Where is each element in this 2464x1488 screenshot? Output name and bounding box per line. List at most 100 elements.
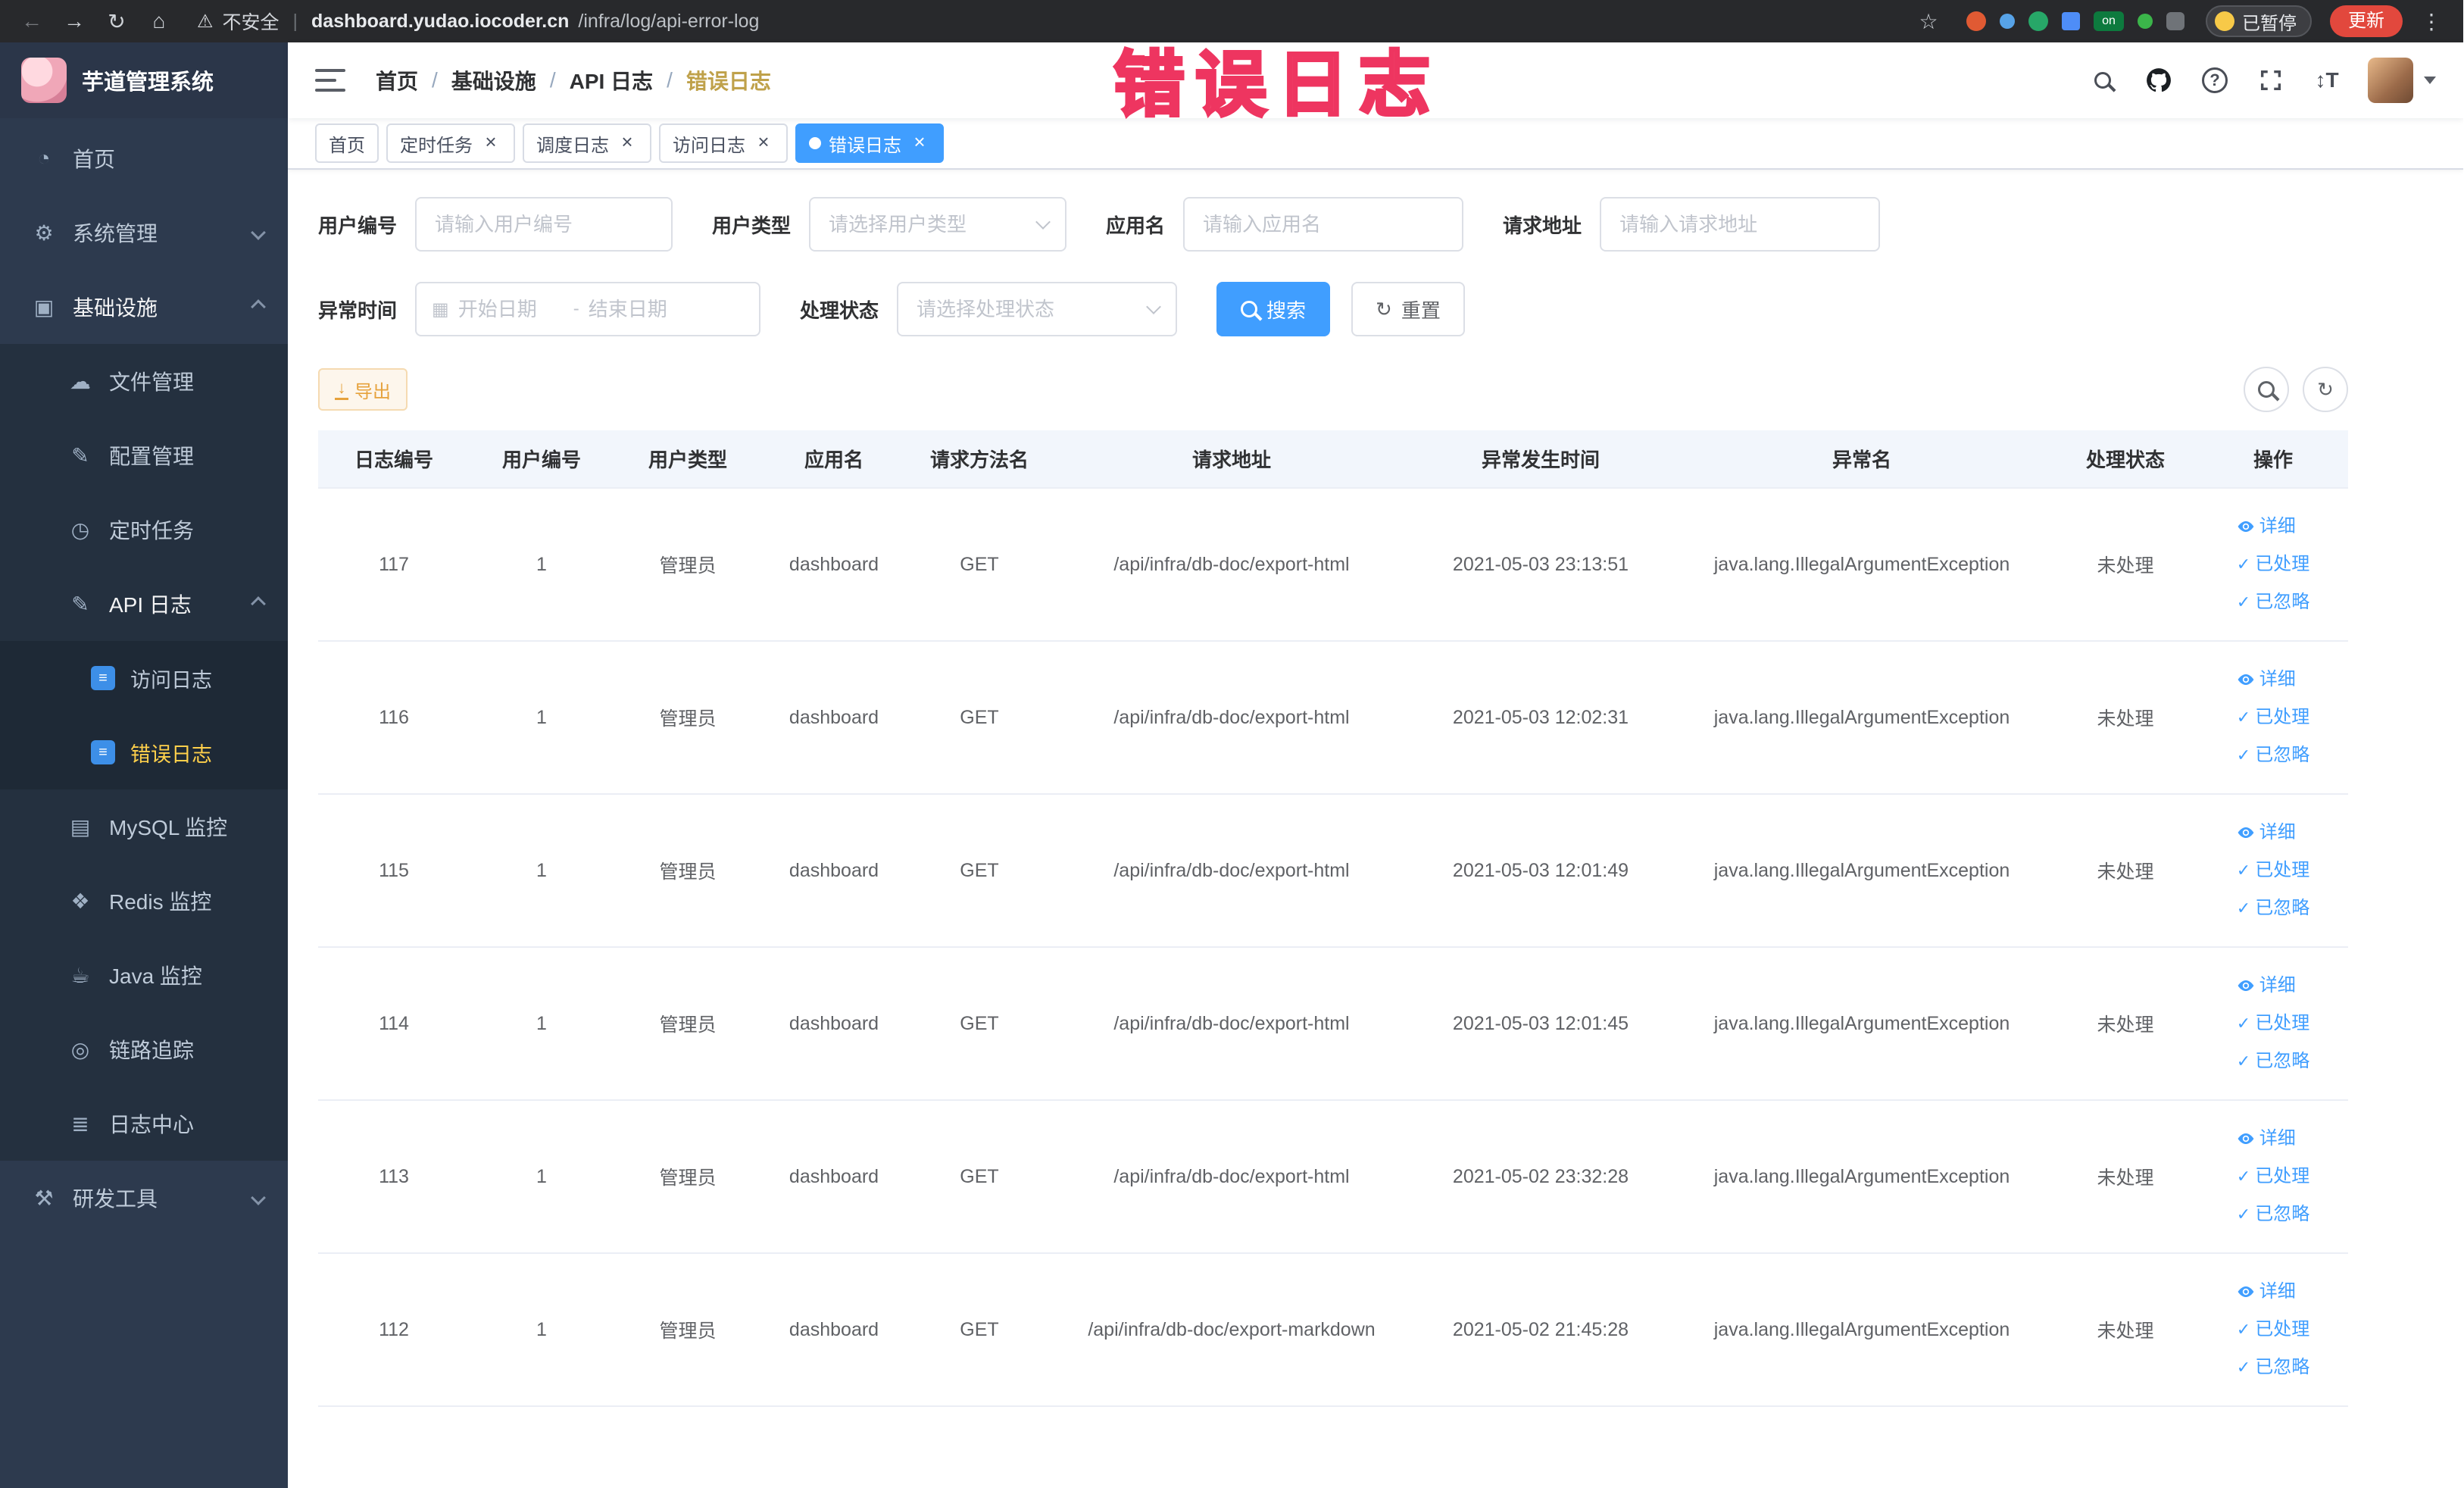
cell-app: dashboard — [762, 794, 906, 948]
reload-icon[interactable]: ↻ — [100, 9, 133, 34]
table-row: 115 1 管理员 dashboard GET/api/infra/db-doc/exp… — [318, 794, 2348, 948]
sidebar-item-java-monitor[interactable]: ☕ Java 监控 — [0, 938, 288, 1012]
ext-green-dot-icon[interactable] — [2138, 14, 2153, 29]
action-已处理[interactable]: ✓ 已处理 — [2237, 852, 2309, 889]
action-已忽略[interactable]: ✓ 已忽略 — [2237, 583, 2309, 621]
help-icon[interactable]: ? — [2200, 65, 2230, 95]
action-label: 已忽略 — [2255, 592, 2310, 612]
sidebar-item-access-log[interactable]: ≡ 访问日志 — [0, 641, 288, 715]
tab-0[interactable]: 首页 — [315, 123, 379, 163]
address-bar[interactable]: ⚠ 不安全 | dashboard.yudao.iocoder.cn/infra… — [197, 8, 759, 35]
sidebar-item-redis-monitor[interactable]: ❖ Redis 监控 — [0, 864, 288, 938]
app-name-input[interactable] — [1183, 197, 1464, 252]
action-已忽略[interactable]: ✓ 已忽略 — [2237, 736, 2309, 774]
bookmark-star-icon[interactable]: ☆ — [1912, 9, 1945, 34]
action-已忽略[interactable]: ✓ 已忽略 — [2237, 889, 2309, 927]
tab-close-icon[interactable]: × — [909, 132, 930, 154]
ext-dark-square-icon[interactable] — [2166, 12, 2184, 30]
sidebar-item-api-log[interactable]: ✎ API 日志 — [0, 567, 288, 641]
warning-icon: ⚠ — [197, 11, 214, 32]
action-detail[interactable]: 详细 — [2237, 967, 2296, 1005]
refresh-table-button[interactable]: ↻ — [2303, 367, 2348, 412]
action-已忽略[interactable]: ✓ 已忽略 — [2237, 1043, 2309, 1080]
action-已忽略[interactable]: ✓ 已忽略 — [2237, 1196, 2309, 1233]
ext-green-circle-icon[interactable] — [2028, 11, 2048, 31]
row-actions: 详细 ✓ 已处理 ✓ 已忽略 — [2237, 508, 2309, 621]
sidebar-item-file-manage[interactable]: ☁ 文件管理 — [0, 344, 288, 418]
tab-4[interactable]: 错误日志 × — [795, 123, 944, 163]
export-button[interactable]: 导出 — [318, 368, 408, 411]
action-detail[interactable]: 详细 — [2237, 1120, 2296, 1158]
action-已处理[interactable]: ✓ 已处理 — [2237, 1311, 2309, 1349]
logo[interactable]: 芋道管理系统 — [0, 42, 288, 118]
user-type-select[interactable] — [809, 197, 1067, 252]
process-status-select[interactable] — [897, 282, 1178, 336]
tab-close-icon[interactable]: × — [480, 132, 501, 154]
action-detail[interactable]: 详细 — [2237, 508, 2296, 545]
sidebar-item-mysql-monitor[interactable]: ▤ MySQL 监控 — [0, 789, 288, 864]
cell-actions: 详细 ✓ 已处理 ✓ 已忽略 — [2198, 1100, 2348, 1254]
sidebar-item-home[interactable]: ◔ 首页 — [0, 121, 288, 195]
fullscreen-icon[interactable] — [2256, 65, 2286, 95]
sidebar-item-dev-tools[interactable]: ⚒ 研发工具 — [0, 1161, 288, 1235]
cell-method: GET — [906, 641, 1053, 795]
browser-menu-icon[interactable]: ⋮ — [2415, 9, 2448, 34]
filter-row-1: 用户编号 用户类型 应用名 请求 — [318, 197, 2433, 252]
action-detail[interactable]: 详细 — [2237, 661, 2296, 699]
sidebar-item-link-trace[interactable]: ◎ 链路追踪 — [0, 1012, 288, 1086]
logo-image — [21, 58, 67, 103]
back-icon[interactable]: ← — [15, 9, 48, 33]
cell-user_type: 管理员 — [614, 794, 762, 948]
action-已处理[interactable]: ✓ 已处理 — [2237, 1158, 2309, 1196]
action-detail[interactable]: 详细 — [2237, 814, 2296, 852]
action-label: 详细 — [2259, 516, 2296, 536]
github-icon[interactable] — [2144, 65, 2174, 95]
sidebar-item-config-manage[interactable]: ✎ 配置管理 — [0, 418, 288, 492]
row-actions: 详细 ✓ 已处理 ✓ 已忽略 — [2237, 1273, 2309, 1386]
end-date-input[interactable] — [588, 297, 695, 321]
cell-time: 2021-05-03 12:02:31 — [1410, 641, 1671, 795]
ext-on-badge-icon[interactable]: on — [2094, 11, 2124, 31]
tab-label: 调度日志 — [536, 135, 609, 156]
breadcrumb-item[interactable]: 基础设施 — [451, 65, 536, 95]
action-已处理[interactable]: ✓ 已处理 — [2237, 699, 2309, 736]
breadcrumb-item[interactable]: API 日志 — [570, 65, 653, 95]
user-id-input[interactable] — [415, 197, 673, 252]
table-row: 112 1 管理员 dashboard GET/api/infra/db-doc/exp… — [318, 1253, 2348, 1407]
request-url-input[interactable] — [1600, 197, 1881, 252]
ext-orange-circle-icon[interactable] — [1966, 11, 1986, 31]
search-button[interactable]: 搜索 — [1216, 282, 1331, 336]
breadcrumb-item[interactable]: 首页 — [376, 65, 418, 95]
tab-2[interactable]: 调度日志 × — [523, 123, 651, 163]
cell-exception: java.lang.IllegalArgumentException — [1671, 794, 2053, 948]
font-size-icon[interactable]: ↕T — [2312, 65, 2342, 95]
action-detail[interactable]: 详细 — [2237, 1273, 2296, 1311]
header-search-button[interactable] — [2088, 65, 2118, 95]
sidebar-item-error-log[interactable]: ≡ 错误日志 — [0, 715, 288, 789]
sidebar-item-system-manage[interactable]: ⚙ 系统管理 — [0, 195, 288, 270]
reset-button[interactable]: ↻ 重置 — [1351, 282, 1465, 336]
start-date-input[interactable] — [458, 297, 564, 321]
cell-exception: java.lang.IllegalArgumentException — [1671, 641, 2053, 795]
action-已忽略[interactable]: ✓ 已忽略 — [2237, 1349, 2309, 1386]
ext-blue-grid-icon[interactable] — [2062, 12, 2080, 30]
user-menu[interactable] — [2368, 58, 2436, 103]
paused-chip[interactable]: 已暂停 — [2206, 5, 2312, 37]
tab-close-icon[interactable]: × — [753, 132, 774, 154]
sidebar-item-log-center[interactable]: ≣ 日志中心 — [0, 1086, 288, 1161]
update-button[interactable]: 更新 — [2330, 5, 2403, 37]
tab-1[interactable]: 定时任务 × — [386, 123, 515, 163]
home-icon[interactable]: ⌂ — [142, 9, 176, 33]
toggle-search-button[interactable] — [2244, 367, 2289, 412]
tab-close-icon[interactable]: × — [617, 132, 638, 154]
date-range-picker[interactable]: ▦ - — [415, 282, 761, 336]
hamburger-icon[interactable] — [315, 69, 345, 92]
ext-blue-dot-icon[interactable] — [2000, 14, 2015, 29]
sidebar-item-scheduled-task[interactable]: ◷ 定时任务 — [0, 492, 288, 567]
action-已处理[interactable]: ✓ 已处理 — [2237, 545, 2309, 583]
sidebar-item-infrastructure[interactable]: ▣ 基础设施 — [0, 270, 288, 344]
error-log-table: 日志编号 用户编号 用户类型 应用名 请求方法名 请求地址 异常发生时间 异常名 处理状态 操作 … — [318, 430, 2348, 1407]
forward-icon[interactable]: → — [58, 9, 91, 33]
tab-3[interactable]: 访问日志 × — [659, 123, 788, 163]
action-已处理[interactable]: ✓ 已处理 — [2237, 1005, 2309, 1043]
